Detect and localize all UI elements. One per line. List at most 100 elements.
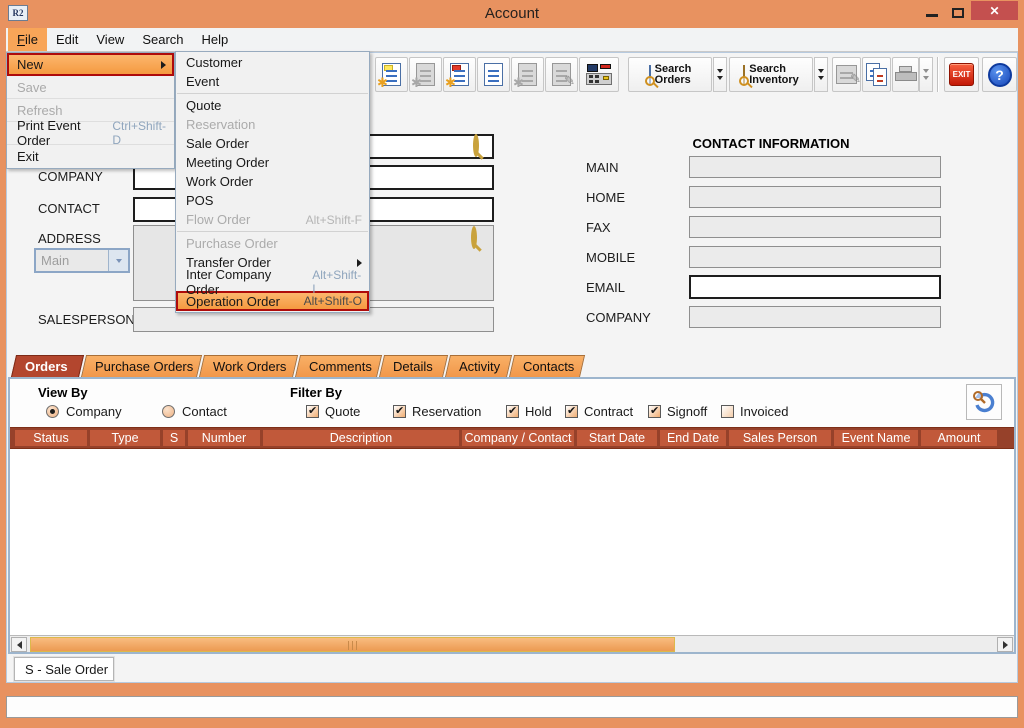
toolbar-new-doc-red-button[interactable] [443, 57, 476, 92]
toolbar-pos-register-button[interactable] [579, 57, 619, 92]
submenu-meeting-order[interactable]: Meeting Order [176, 153, 369, 172]
tab-comments[interactable]: Comments [295, 355, 377, 377]
submenu-work-order[interactable]: Work Order [176, 172, 369, 191]
horizontal-scrollbar[interactable] [10, 635, 1014, 652]
email-input[interactable] [689, 275, 941, 299]
col-sales-person[interactable]: Sales Person [729, 430, 831, 446]
file-menu-exit[interactable]: Exit [7, 145, 174, 168]
orders-table-body [10, 449, 1014, 635]
account-search-icon[interactable] [473, 137, 479, 155]
col-type[interactable]: Type [90, 430, 160, 446]
minimize-button[interactable] [926, 14, 938, 17]
ci-company-label: COMPANY [586, 310, 651, 325]
menu-separator [177, 93, 368, 94]
file-menu-new[interactable]: New [7, 53, 174, 76]
salesperson-label: SALESPERSON [38, 312, 135, 327]
address-type-dropdown[interactable] [108, 250, 128, 271]
maximize-button[interactable] [952, 8, 964, 18]
search-orders-dropdown[interactable] [713, 57, 727, 92]
submenu-pos[interactable]: POS [176, 191, 369, 210]
checkbox-icon [393, 405, 406, 418]
submenu-operation-order[interactable]: Operation Order Alt+Shift-O [176, 291, 369, 311]
menu-edit[interactable]: Edit [47, 28, 87, 51]
mobile-label: MOBILE [586, 250, 635, 265]
tab-orders[interactable]: Orders [11, 355, 79, 377]
checkbox-quote[interactable]: Quote [306, 404, 360, 419]
email-label: EMAIL [586, 280, 625, 295]
exit-button[interactable]: EXIT [944, 57, 979, 92]
menubar: File Edit View Search Help [6, 28, 1018, 52]
home-label: HOME [586, 190, 625, 205]
home-input [689, 186, 941, 208]
tab-purchase-orders[interactable]: Purchase Orders [81, 355, 197, 377]
col-event-name[interactable]: Event Name [834, 430, 918, 446]
document-yellow-flag-icon [382, 63, 401, 86]
main-input [689, 156, 941, 178]
address-type-value: Main [36, 250, 108, 271]
refresh-search-button[interactable] [966, 384, 1002, 420]
search-orders-button[interactable]: Search Orders [628, 57, 712, 92]
col-description[interactable]: Description [263, 430, 459, 446]
document-blue-icon [484, 63, 503, 86]
search-inventory-dropdown[interactable] [814, 57, 828, 92]
toolbar-print-disabled-button [892, 57, 919, 92]
close-button[interactable] [971, 1, 1018, 20]
col-number[interactable]: Number [188, 430, 260, 446]
tab-bar: Orders Purchase Orders Work Orders Comme… [11, 355, 582, 377]
tab-contacts[interactable]: Contacts [509, 355, 580, 377]
submenu-sale-order[interactable]: Sale Order [176, 134, 369, 153]
toolbar-copy-button[interactable] [862, 57, 891, 92]
col-end-date[interactable]: End Date [660, 430, 726, 446]
menu-file[interactable]: File [8, 28, 47, 51]
col-s[interactable]: S [163, 430, 185, 446]
search-orders-label-2: Orders [655, 74, 691, 86]
scroll-right-button[interactable] [997, 637, 1013, 652]
checkbox-contract[interactable]: Contract [565, 404, 633, 419]
toolbar-open-doc-button[interactable] [477, 57, 510, 92]
col-amount[interactable]: Amount [921, 430, 997, 446]
submenu-purchase-order: Purchase Order [176, 234, 369, 253]
fax-input [689, 216, 941, 238]
submenu-customer[interactable]: Customer [176, 53, 369, 72]
search-inventory-button[interactable]: Search Inventory [729, 57, 813, 92]
menu-search[interactable]: Search [133, 28, 192, 51]
toolbar-doc-disabled-button-1 [409, 57, 442, 92]
orders-table-header: Status Type S Number Description Company… [10, 427, 1014, 449]
new-submenu: Customer Event Quote Reservation Sale Or… [175, 51, 370, 313]
tab-work-orders[interactable]: Work Orders [199, 355, 293, 377]
file-menu-save: Save [7, 76, 174, 99]
submenu-quote[interactable]: Quote [176, 96, 369, 115]
submenu-inter-company-order[interactable]: Inter Company Order Alt+Shift-I [176, 272, 369, 291]
legend-sale-order: S - Sale Order [14, 657, 114, 681]
submenu-event[interactable]: Event [176, 72, 369, 91]
checkbox-icon [506, 405, 519, 418]
tab-details[interactable]: Details [379, 355, 443, 377]
main-label: MAIN [586, 160, 619, 175]
col-company-contact[interactable]: Company / Contact [462, 430, 574, 446]
tab-activity[interactable]: Activity [445, 355, 507, 377]
help-button[interactable]: ? [982, 57, 1017, 92]
document-pencil-disabled-icon [552, 63, 571, 86]
checkbox-hold[interactable]: Hold [506, 404, 552, 419]
contact-information-title: CONTACT INFORMATION [601, 136, 941, 151]
menu-view[interactable]: View [87, 28, 133, 51]
menu-help[interactable]: Help [193, 28, 238, 51]
scrollbar-thumb[interactable] [30, 637, 675, 652]
col-start-date[interactable]: Start Date [577, 430, 657, 446]
file-menu-print-event-order[interactable]: Print Event Order Ctrl+Shift-D [7, 122, 174, 145]
address-type-combo[interactable]: Main [34, 248, 130, 273]
checkbox-reservation[interactable]: Reservation [393, 404, 481, 419]
document-disabled-icon [416, 63, 435, 86]
scroll-left-button[interactable] [11, 637, 27, 652]
checkbox-invoiced[interactable]: Invoiced [721, 404, 788, 419]
address-search-icon[interactable] [471, 229, 477, 247]
col-status[interactable]: Status [15, 430, 87, 446]
radio-contact[interactable]: Contact [162, 404, 227, 419]
document-red-flag-icon [450, 63, 469, 86]
checkbox-signoff[interactable]: Signoff [648, 404, 707, 419]
app-window: { "window": { "title": "Account", "icon_… [0, 0, 1024, 728]
toolbar-new-doc-yellow-button[interactable] [375, 57, 408, 92]
radio-company[interactable]: Company [46, 404, 122, 419]
checkbox-icon [648, 405, 661, 418]
submenu-flow-order: Flow Order Alt+Shift-F [176, 210, 369, 229]
